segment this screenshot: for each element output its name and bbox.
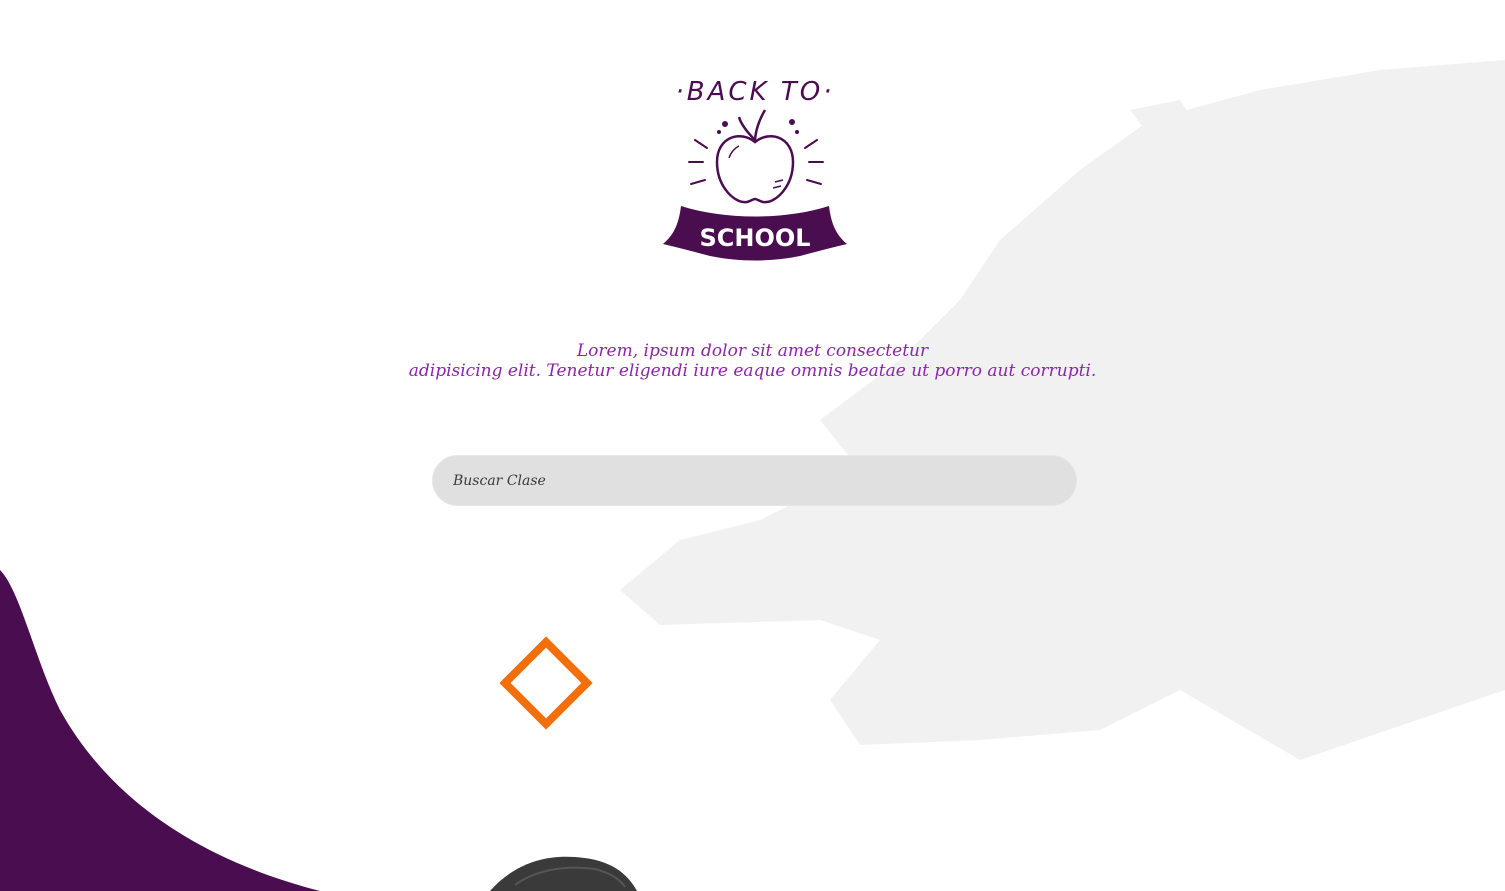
- search-class-input[interactable]: [432, 455, 1077, 506]
- logo-top-text: ·BACK TO·: [676, 77, 835, 107]
- logo-rays-icon: [688, 139, 824, 185]
- tagline-line-2: adipisicing elit. Tenetur eligendi iure …: [408, 361, 1097, 381]
- purple-wave-decor: [0, 570, 320, 891]
- back-to-school-logo[interactable]: ·BACK TO· SCHOOL: [655, 62, 855, 267]
- person-photo: [490, 856, 637, 891]
- hero-tagline: Lorem, ipsum dolor sit amet consectetur …: [0, 341, 1505, 381]
- tagline-line-1: Lorem, ipsum dolor sit amet consectetur: [576, 341, 929, 361]
- logo-banner-text: SCHOOL: [699, 224, 810, 252]
- apple-icon: [715, 109, 795, 204]
- landing-page: ·BACK TO· SCHOOL Lorem, ipsum dolor sit …: [0, 0, 1505, 891]
